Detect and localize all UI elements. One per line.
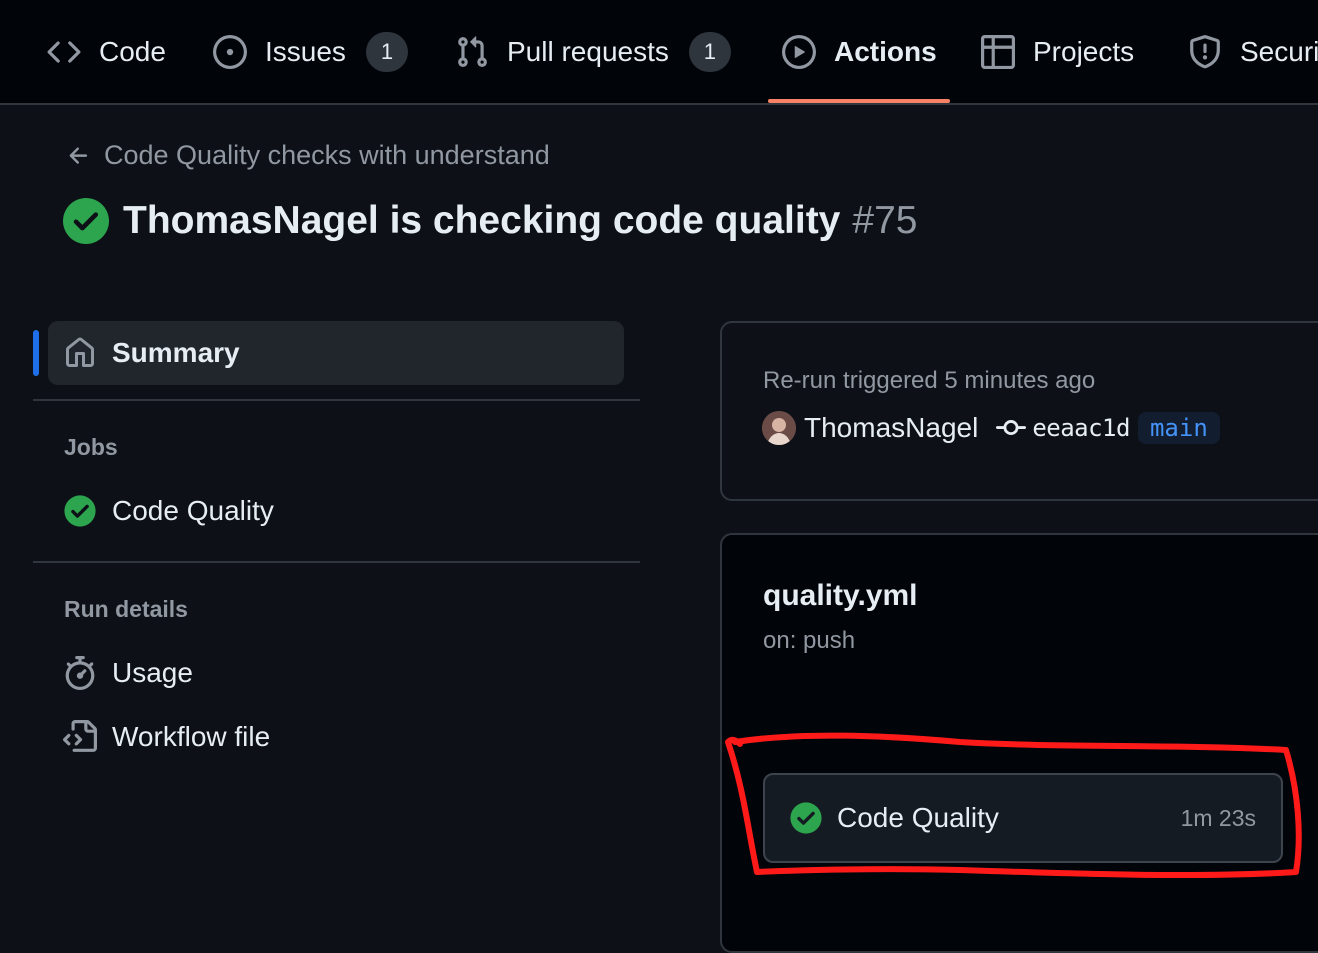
tab-projects[interactable]: Projects [981, 0, 1134, 103]
stopwatch-icon [65, 656, 95, 690]
run-info-card: Re-run triggered 5 minutes ago ThomasNag… [720, 321, 1318, 501]
git-commit-icon [996, 420, 1027, 436]
code-icon [47, 35, 81, 69]
sidebar-item-summary-label: Summary [112, 337, 240, 368]
sidebar-item-usage[interactable]: Usage [63, 656, 193, 690]
rerun-trigger-text: Re-run triggered 5 minutes ago [763, 367, 1096, 394]
avatar[interactable] [762, 411, 796, 445]
tab-issues[interactable]: Issues 1 [213, 0, 408, 103]
job-card-code-quality[interactable]: Code Quality 1m 23s [763, 773, 1283, 863]
sidebar-job-code-quality[interactable]: Code Quality [63, 494, 274, 528]
branch-label[interactable]: main [1137, 412, 1220, 444]
sidebar-item-usage-label: Usage [112, 657, 193, 688]
success-check-icon [64, 495, 96, 527]
sidebar-item-workflow-file[interactable]: Workflow file [63, 720, 270, 754]
run-number: #75 [852, 199, 918, 242]
file-code-icon [63, 720, 97, 752]
tab-security-label: Security [1240, 35, 1318, 67]
run-title: ThomasNagel is checking code quality [123, 199, 841, 242]
sidebar-divider [33, 561, 640, 563]
job-duration: 1m 23s [1180, 804, 1256, 831]
jobs-heading: Jobs [64, 434, 118, 460]
issues-count-badge: 1 [365, 31, 408, 72]
back-to-workflow-link[interactable]: Code Quality checks with understand [66, 140, 550, 171]
tab-code-label: Code [99, 35, 166, 67]
tab-actions-label: Actions [834, 35, 937, 67]
git-pull-request-icon [455, 35, 489, 69]
tab-actions[interactable]: Actions [782, 0, 937, 103]
run-meta-row: ThomasNagel eeaac1d main [762, 411, 1220, 445]
sidebar-item-workflow-file-label: Workflow file [112, 721, 271, 752]
tab-projects-label: Projects [1033, 35, 1135, 67]
sidebar-job-label: Code Quality [112, 495, 274, 526]
tab-security[interactable]: Security [1188, 0, 1318, 103]
sidebar-divider [33, 399, 640, 401]
table-icon [981, 34, 1015, 69]
shield-icon [1188, 34, 1222, 69]
home-icon [66, 337, 94, 367]
tab-pull-requests[interactable]: Pull requests 1 [455, 0, 731, 103]
actor-username[interactable]: ThomasNagel [804, 412, 978, 444]
success-check-icon [63, 198, 109, 244]
tab-code[interactable]: Code [47, 0, 166, 103]
tab-pull-requests-label: Pull requests [507, 35, 669, 67]
run-details-heading: Run details [64, 596, 188, 622]
success-check-icon [765, 801, 823, 835]
commit-sha-link[interactable]: eeaac1d [1032, 414, 1130, 442]
workflow-trigger: on: push [763, 627, 856, 654]
sidebar-item-summary[interactable]: Summary [48, 321, 624, 385]
page-title: ThomasNagel is checking code quality #75 [63, 198, 917, 244]
repo-nav: Code Issues 1 Pull requests 1 Actions Pr… [0, 0, 1318, 105]
job-card-label: Code Quality [837, 802, 999, 833]
workflow-graph-card: quality.yml on: push Code Quality 1m 23s [720, 533, 1318, 953]
workflow-file-name: quality.yml [763, 579, 918, 612]
summary-active-indicator [33, 330, 39, 376]
pull-requests-count-badge: 1 [688, 31, 731, 72]
active-tab-underline [768, 99, 950, 103]
tab-issues-label: Issues [265, 35, 346, 67]
back-link-label: Code Quality checks with understand [104, 140, 550, 170]
arrow-left-icon [69, 146, 88, 164]
play-icon [782, 34, 816, 69]
issue-opened-icon [213, 34, 247, 69]
